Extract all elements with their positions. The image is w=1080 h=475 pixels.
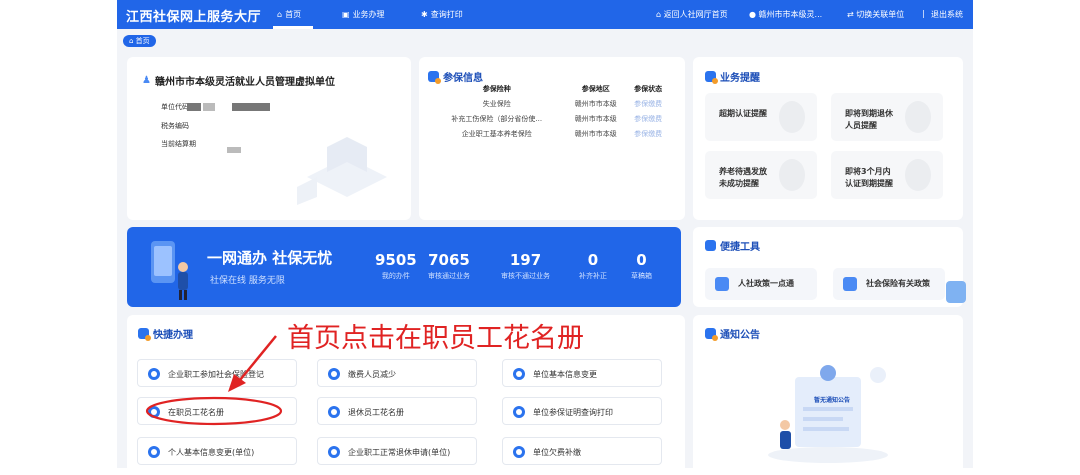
annotation-arrow-line [239, 335, 277, 381]
annotation-circle [145, 396, 283, 426]
annotation-text: 首页点击在职员工花名册 [287, 323, 584, 354]
annotation-overlay [145, 335, 283, 426]
